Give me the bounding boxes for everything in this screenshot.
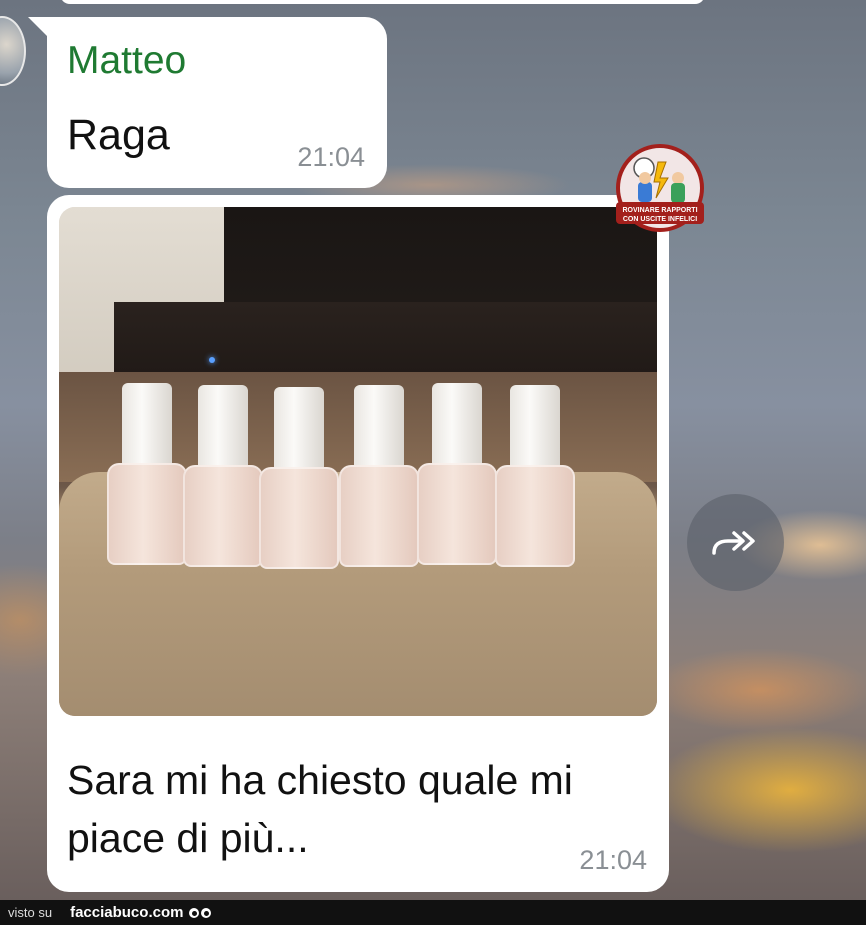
image-message-bubble[interactable]: Sara mi ha chiesto quale mi piace di più… — [47, 195, 669, 892]
previous-bubble-edge — [60, 0, 705, 4]
sender-name[interactable]: Matteo — [67, 39, 186, 83]
nail-polish-bottle — [259, 387, 339, 577]
nail-polish-bottle — [183, 385, 263, 575]
svg-text:ROVINARE RAPPORTI: ROVINARE RAPPORTI — [622, 207, 697, 214]
forward-double-arrow-icon — [711, 530, 755, 555]
nail-polish-bottle — [495, 385, 575, 575]
message-time: 21:04 — [579, 845, 647, 875]
visto-su-label: visto su — [8, 905, 53, 920]
watermark-logo: ROVINARE RAPPORTI CON USCITE INFELICI — [614, 140, 706, 240]
eyes-icon — [189, 907, 212, 918]
svg-text:CON USCITE INFELICI: CON USCITE INFELICI — [623, 216, 697, 223]
photo-led — [209, 357, 215, 363]
message-text: Raga — [67, 111, 170, 159]
nail-polish-bottle — [339, 385, 419, 575]
site-brand[interactable]: facciabuco.com — [70, 904, 183, 921]
nail-polish-bottle — [417, 383, 497, 573]
forward-button[interactable] — [687, 494, 784, 591]
site-footer: visto su facciabuco.com — [0, 900, 866, 925]
message-bubble[interactable]: Matteo Raga 21:04 — [47, 17, 387, 188]
nail-polish-bottle — [107, 383, 187, 573]
nail-polish-photo[interactable] — [59, 207, 657, 716]
message-text: Sara mi ha chiesto quale mi piace di più… — [67, 757, 573, 861]
message-time: 21:04 — [297, 142, 365, 172]
